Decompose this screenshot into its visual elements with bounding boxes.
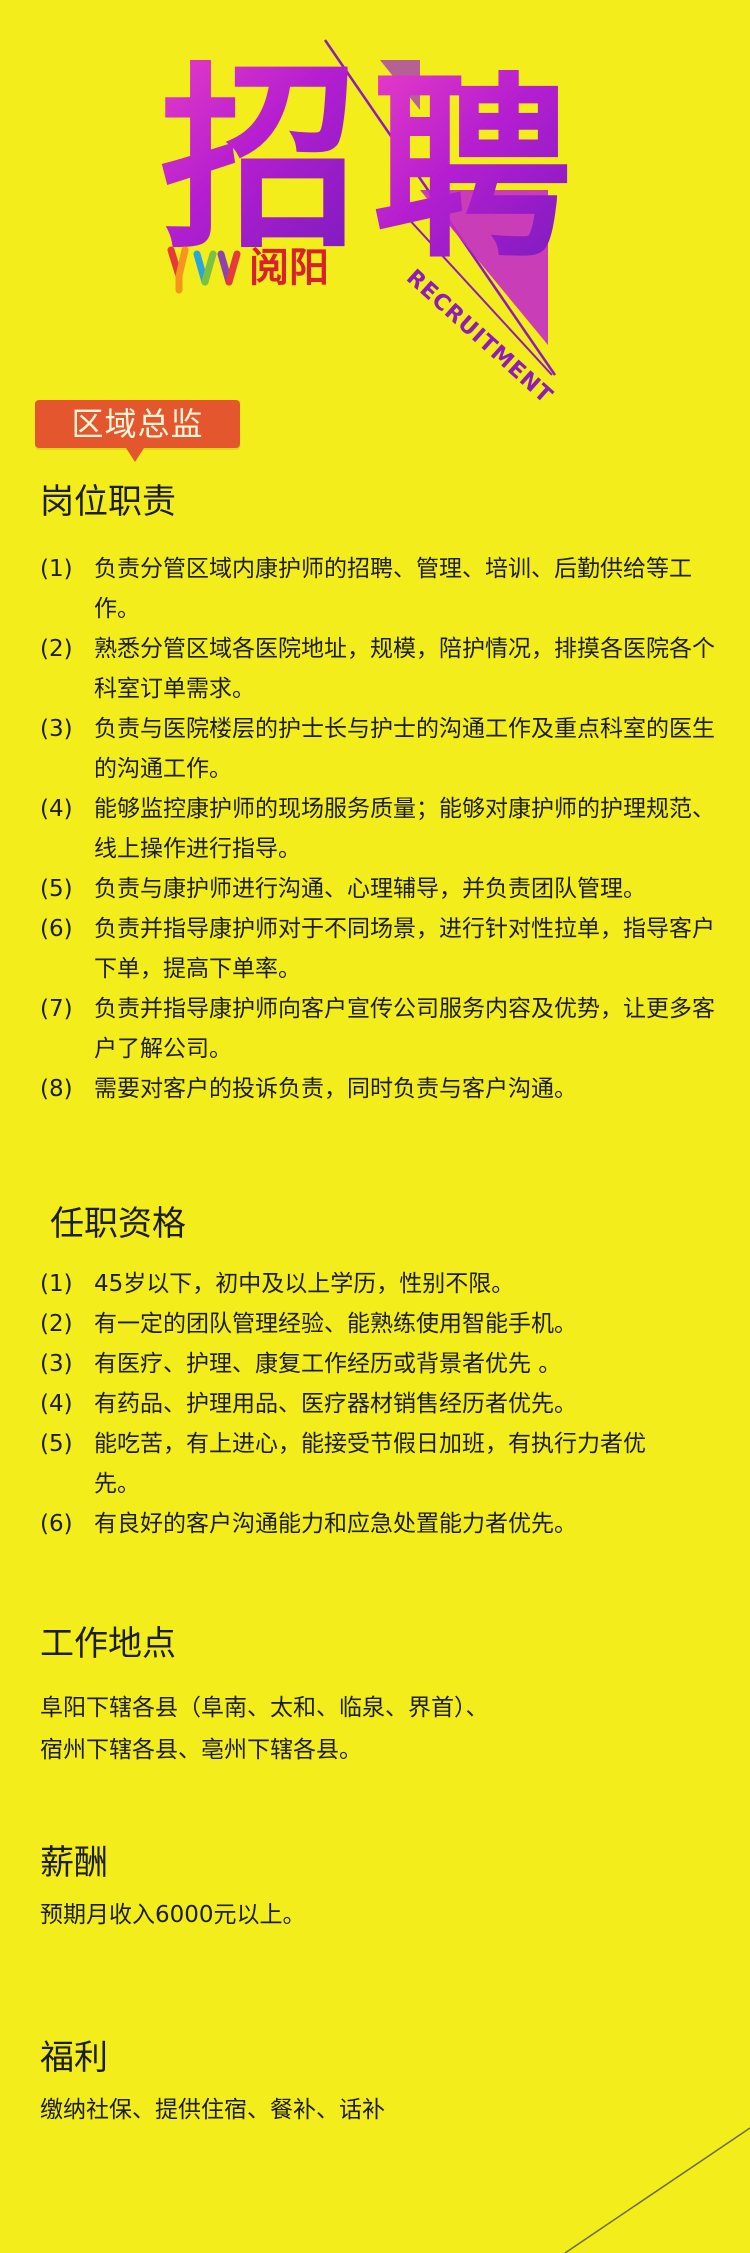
item-text: 负责并指导康护师对于不同场景，进行针对性拉单，指导客户下单，提高下单率。 [94, 916, 715, 982]
list-item: (2) 熟悉分管区域各医院地址，规模，陪护情况，排摸各医院各个科室订单需求。 [40, 629, 720, 709]
list-item: (8) 需要对客户的投诉负责，同时负责与客户沟通。 [40, 1069, 720, 1109]
qualifications-heading: 任职资格 [50, 1204, 186, 1244]
item-number: (1) [40, 1271, 73, 1297]
company-logo: 阅阳 [165, 240, 329, 296]
item-text: 负责与医院楼层的护士长与护士的沟通工作及重点科室的医生的沟通工作。 [94, 716, 715, 782]
responsibilities-list: (1) 负责分管区域内康护师的招聘、管理、培训、后勤供给等工作。 (2) 熟悉分管区… [40, 549, 720, 1109]
item-text: 能够监控康护师的现场服务质量；能够对康护师的护理规范、线上操作进行指导。 [94, 796, 715, 862]
list-item: (4) 有药品、护理用品、医疗器材销售经历者优先。 [40, 1384, 660, 1424]
list-item: (3) 负责与医院楼层的护士长与护士的沟通工作及重点科室的医生的沟通工作。 [40, 709, 720, 789]
location-heading: 工作地点 [40, 1624, 176, 1664]
position-title: 区域总监 [71, 405, 204, 443]
badge-pointer [126, 448, 144, 462]
item-number: (3) [40, 716, 73, 742]
item-text: 45岁以下，初中及以上学历，性别不限。 [94, 1271, 515, 1297]
item-text: 负责与康护师进行沟通、心理辅导，并负责团队管理。 [94, 876, 646, 902]
list-item: (6) 有良好的客户沟通能力和应急处置能力者优先。 [40, 1504, 660, 1544]
logo-mark-icon [167, 246, 241, 294]
list-item: (6) 负责并指导康护师对于不同场景，进行针对性拉单，指导客户下单，提高下单率。 [40, 909, 720, 989]
title-char-zhao: 招 [160, 43, 361, 276]
item-number: (2) [40, 1311, 73, 1337]
item-text: 有一定的团队管理经验、能熟练使用智能手机。 [94, 1311, 577, 1337]
list-item: (1) 负责分管区域内康护师的招聘、管理、培训、后勤供给等工作。 [40, 549, 720, 629]
benefits-heading: 福利 [40, 2038, 108, 2078]
item-number: (5) [40, 1431, 73, 1457]
item-number: (6) [40, 1511, 73, 1537]
item-number: (3) [40, 1351, 73, 1377]
salary-heading: 薪酬 [40, 1843, 108, 1883]
item-text: 负责并指导康护师向客户宣传公司服务内容及优势，让更多客户了解公司。 [94, 996, 715, 1062]
item-text: 熟悉分管区域各医院地址，规模，陪护情况，排摸各医院各个科室订单需求。 [94, 636, 715, 702]
position-badge: 区域总监 [35, 400, 240, 448]
location-line-1: 阜阳下辖各县（阜南、太和、临泉、界首）、 [40, 1695, 489, 1721]
item-number: (6) [40, 916, 73, 942]
location-text: 阜阳下辖各县（阜南、太和、临泉、界首）、 宿州下辖各县、亳州下辖各县。 [40, 1687, 489, 1771]
list-item: (3) 有医疗、护理、康复工作经历或背景者优先 。 [40, 1344, 660, 1384]
item-text: 需要对客户的投诉负责，同时负责与客户沟通。 [94, 1076, 577, 1102]
logo-text: 阅阳 [249, 245, 329, 291]
item-number: (4) [40, 1391, 73, 1417]
benefits-line: 缴纳社保、提供住宿、餐补、话补 [40, 2097, 385, 2123]
item-text: 负责分管区域内康护师的招聘、管理、培训、后勤供给等工作。 [94, 556, 692, 622]
benefits-text: 缴纳社保、提供住宿、餐补、话补 [40, 2089, 385, 2131]
title-char-pin: 聘 [372, 53, 573, 286]
item-text: 能吃苦，有上进心，能接受节假日加班，有执行力者优先。 [94, 1431, 646, 1497]
list-item: (4) 能够监控康护师的现场服务质量；能够对康护师的护理规范、线上操作进行指导。 [40, 789, 720, 869]
item-number: (7) [40, 996, 73, 1022]
item-number: (1) [40, 556, 73, 582]
item-number: (4) [40, 796, 73, 822]
item-text: 有医疗、护理、康复工作经历或背景者优先 。 [94, 1351, 562, 1377]
qualifications-list: (1) 45岁以下，初中及以上学历，性别不限。 (2) 有一定的团队管理经验、能熟练… [40, 1264, 660, 1544]
salary-text: 预期月收入6000元以上。 [40, 1894, 306, 1936]
item-number: (8) [40, 1076, 73, 1102]
item-text: 有药品、护理用品、医疗器材销售经历者优先。 [94, 1391, 577, 1417]
item-text: 有良好的客户沟通能力和应急处置能力者优先。 [94, 1511, 577, 1537]
item-number: (2) [40, 636, 73, 662]
list-item: (1) 45岁以下，初中及以上学历，性别不限。 [40, 1264, 660, 1304]
list-item: (5) 能吃苦，有上进心，能接受节假日加班，有执行力者优先。 [40, 1424, 660, 1504]
list-item: (7) 负责并指导康护师向客户宣传公司服务内容及优势，让更多客户了解公司。 [40, 989, 720, 1069]
list-item: (5) 负责与康护师进行沟通、心理辅导，并负责团队管理。 [40, 869, 720, 909]
list-item: (2) 有一定的团队管理经验、能熟练使用智能手机。 [40, 1304, 660, 1344]
location-line-2: 宿州下辖各县、亳州下辖各县。 [40, 1737, 362, 1763]
item-number: (5) [40, 876, 73, 902]
corner-line [564, 2127, 750, 2253]
salary-line: 预期月收入6000元以上。 [40, 1902, 306, 1928]
responsibilities-heading: 岗位职责 [40, 482, 176, 522]
